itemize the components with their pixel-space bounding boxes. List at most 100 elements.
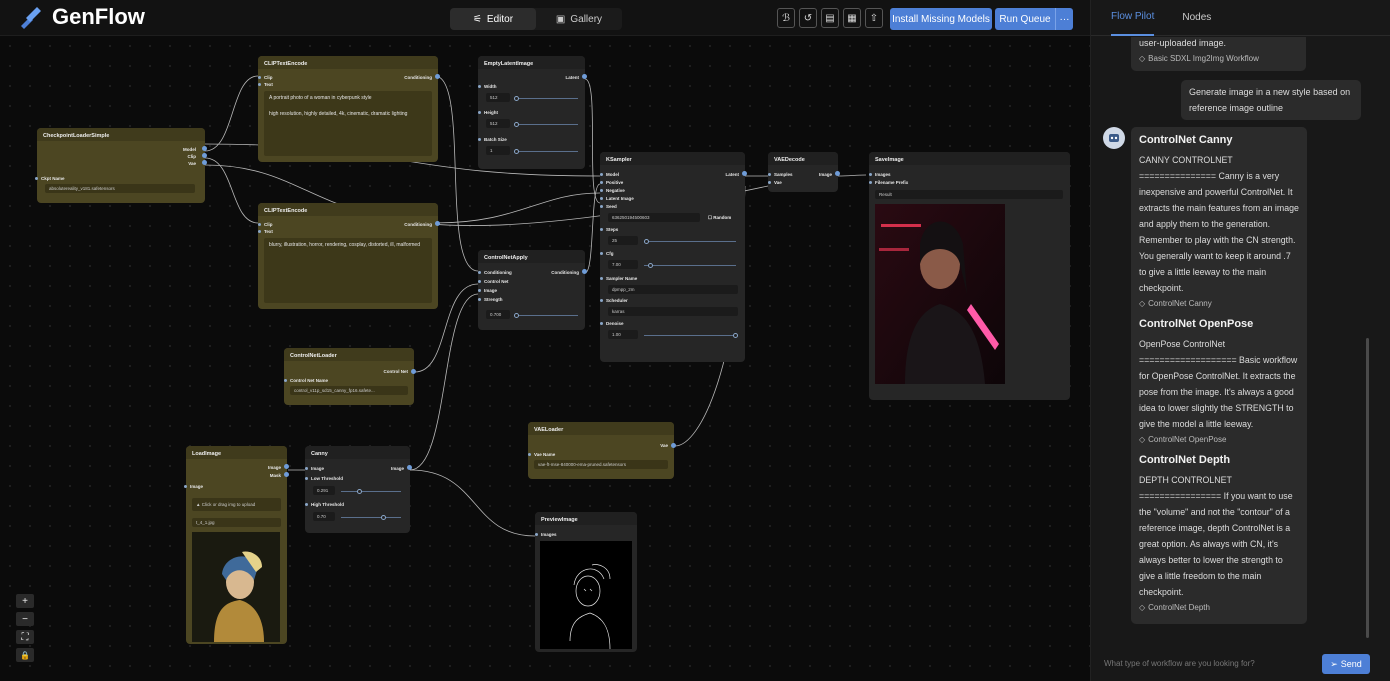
tag-icon: ◇ [1139, 54, 1146, 63]
output-dot[interactable] [202, 146, 207, 151]
history-icon[interactable]: ↺ [799, 8, 817, 28]
low-threshold-value[interactable]: 0.291 [313, 486, 335, 495]
node-vae-loader[interactable]: VAELoader Vae Vae Name vae-ft-mse-840000… [528, 422, 676, 479]
workflow-tag-depth[interactable]: ◇ ControlNet Depth [1139, 600, 1299, 616]
random-checkbox-label[interactable]: ☐ Random [708, 215, 731, 221]
output-dot[interactable] [582, 269, 587, 274]
tab-nodes[interactable]: Nodes [1182, 0, 1211, 36]
wire [409, 293, 479, 471]
node-empty-latent-image[interactable]: EmptyLatentImage Latent Width 512 Height… [478, 56, 587, 169]
chat-history[interactable]: user-uploaded image. ◇ Basic SDXL Img2Img… [1091, 37, 1381, 647]
control-net-name-select[interactable]: control_v11p_sd15_canny_fp16.safete... [290, 386, 408, 395]
low-threshold-slider[interactable] [341, 491, 401, 492]
high-threshold-slider[interactable] [341, 517, 401, 518]
send-button[interactable]: ➢ Send [1322, 654, 1370, 674]
node-save-image[interactable]: SaveImage Images Filename Prefix Result [869, 152, 1070, 400]
upload-dropzone[interactable]: ▲ Click or drag img to upload [192, 498, 281, 511]
run-queue-button[interactable]: Run Queue ··· [995, 8, 1073, 30]
steps-slider[interactable] [644, 241, 736, 242]
high-threshold-knob[interactable] [381, 515, 386, 520]
node-title: CLIPTextEncode [258, 203, 438, 216]
node-controlnet-apply[interactable]: ControlNetApply Conditioning Control Net… [478, 250, 587, 330]
output-dot[interactable] [435, 74, 440, 79]
denoise-value[interactable]: 1.00 [608, 330, 638, 339]
height-slider-knob[interactable] [514, 122, 519, 127]
file-icon[interactable]: ▤ [821, 8, 839, 28]
sampler-name-select[interactable]: dpmpp_2m [608, 285, 738, 294]
cfg-slider[interactable] [644, 265, 736, 266]
more-options-icon[interactable]: ··· [1055, 8, 1073, 30]
cfg-value[interactable]: 7.00 [608, 260, 638, 269]
output-dot[interactable] [407, 465, 412, 470]
width-slider-knob[interactable] [514, 96, 519, 101]
node-ksampler[interactable]: KSampler Model Positive Negative Latent … [600, 152, 747, 362]
output-dot[interactable] [284, 472, 289, 477]
node-canny[interactable]: Canny Image Image Low Threshold 0.291 Hi… [305, 446, 412, 533]
node-load-image[interactable]: LoadImage Image Mask Image ▲ Click or dr… [184, 446, 289, 644]
height-value[interactable]: 512 [486, 119, 510, 128]
zoom-out-icon[interactable]: − [16, 612, 34, 626]
scheduler-select[interactable]: karras [608, 307, 738, 316]
steps-value[interactable]: 25 [608, 236, 638, 245]
sidebar-scrollbar[interactable] [1366, 338, 1369, 638]
low-threshold-label: Low Threshold [305, 476, 343, 481]
workflow-tag-canny[interactable]: ◇ ControlNet Canny [1139, 296, 1299, 312]
high-threshold-value[interactable]: 0.70 [313, 512, 335, 521]
node-checkpoint-loader[interactable]: CheckpointLoaderSimple Model Clip Vae Ck… [35, 128, 207, 203]
output-dot[interactable] [411, 369, 416, 374]
output-dot[interactable] [582, 74, 587, 79]
format-icon[interactable]: ℬ [777, 8, 795, 28]
seed-value[interactable]: 636250194500603 [608, 213, 700, 222]
vae-name-select[interactable]: vae-ft-mse-840000-ema-pruned.safetensors [534, 460, 668, 469]
node-clip-text-encode-positive[interactable]: CLIPTextEncode Clip Text Conditioning A … [258, 56, 440, 162]
output-dot[interactable] [742, 171, 747, 176]
height-slider[interactable] [514, 124, 578, 125]
node-preview-image[interactable]: PreviewImage Images [535, 512, 637, 652]
share-icon[interactable]: ⇧ [865, 8, 883, 28]
workflow-tag[interactable]: ◇ Basic SDXL Img2Img Workflow [1139, 51, 1298, 67]
batch-size-slider-knob[interactable] [514, 149, 519, 154]
cfg-slider-knob[interactable] [648, 263, 653, 268]
low-threshold-knob[interactable] [357, 489, 362, 494]
flow-pilot-sidebar: Flow Pilot Nodes user-uploaded image. ◇ B… [1090, 0, 1390, 681]
steps-slider-knob[interactable] [644, 239, 649, 244]
node-canvas[interactable]: CheckpointLoaderSimple Model Clip Vae Ck… [0, 36, 1090, 681]
fit-view-icon[interactable]: ⛶ [16, 630, 34, 644]
save-icon[interactable]: ▦ [843, 8, 861, 28]
negative-prompt-textarea[interactable]: blurry, illustration, horror, rendering,… [264, 238, 432, 303]
tab-gallery[interactable]: ▣ Gallery [536, 8, 622, 30]
tab-flow-pilot[interactable]: Flow Pilot [1111, 0, 1155, 36]
batch-size-value[interactable]: 1 [486, 146, 510, 155]
tab-editor[interactable]: ⚟ Editor [450, 8, 536, 30]
output-dot[interactable] [671, 443, 676, 448]
node-clip-text-encode-negative[interactable]: CLIPTextEncode Clip Text Conditioning bl… [258, 203, 440, 309]
port-control-net-name: Control Net Name [284, 378, 328, 383]
node-title: LoadImage [186, 446, 287, 459]
width-slider[interactable] [514, 98, 578, 99]
batch-size-slider[interactable] [514, 151, 578, 152]
image-file-select[interactable]: t_4_1.jpg [192, 518, 281, 527]
denoise-slider-knob[interactable] [733, 333, 738, 338]
width-value[interactable]: 512 [486, 93, 510, 102]
node-controlnet-loader[interactable]: ControlNetLoader Control Net Control Net… [284, 348, 416, 405]
strength-slider-knob[interactable] [514, 313, 519, 318]
node-title: CLIPTextEncode [258, 56, 438, 69]
install-missing-models-button[interactable]: Install Missing Models [890, 8, 992, 30]
positive-prompt-textarea[interactable]: A portrait photo of a woman in cyberpunk… [264, 91, 432, 156]
strength-slider[interactable] [514, 315, 578, 316]
lock-icon[interactable]: 🔒 [16, 648, 34, 662]
denoise-slider[interactable] [644, 335, 736, 336]
workflow-tag-openpose[interactable]: ◇ ControlNet OpenPose [1139, 432, 1299, 448]
strength-value[interactable]: 0.700 [486, 310, 510, 319]
ckpt-name-select[interactable]: absolutereality_v181.safetensors [45, 184, 195, 193]
output-dot[interactable] [202, 153, 207, 158]
port-conditioning: Conditioning [404, 222, 432, 227]
node-vae-decode[interactable]: VAEDecode Samples Vae Image [768, 152, 840, 192]
output-dot[interactable] [435, 221, 440, 226]
workflow-search-input[interactable]: What type of workflow are you looking fo… [1100, 654, 1318, 674]
output-dot[interactable] [284, 464, 289, 469]
output-dot[interactable] [835, 171, 840, 176]
zoom-in-icon[interactable]: + [16, 594, 34, 608]
filename-prefix-input[interactable]: Result [875, 190, 1063, 199]
output-dot[interactable] [202, 160, 207, 165]
